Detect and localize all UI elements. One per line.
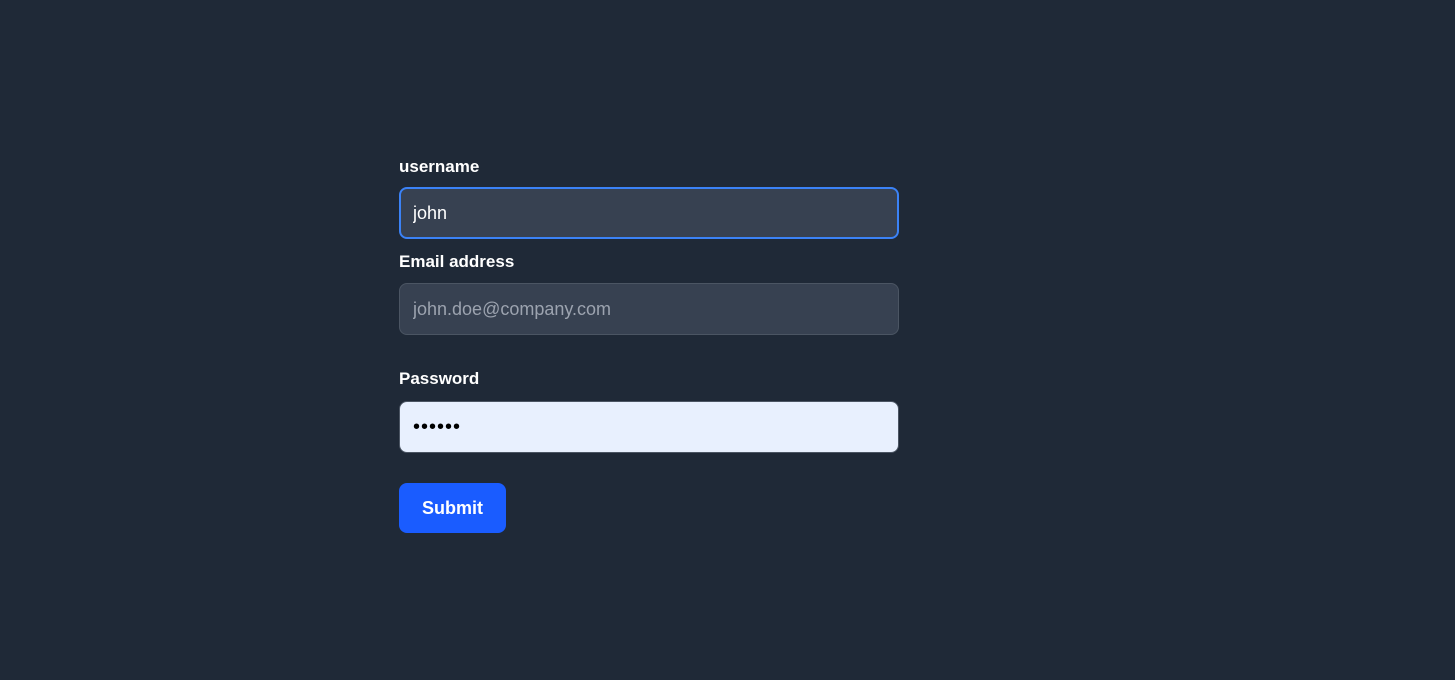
signup-form: username Email address Password Submit [399, 155, 899, 533]
password-label: Password [399, 369, 480, 388]
username-input[interactable] [399, 187, 899, 239]
username-label: username [399, 157, 480, 176]
email-label: Email address [399, 252, 515, 271]
submit-button[interactable]: Submit [399, 483, 506, 533]
email-input[interactable] [399, 283, 899, 335]
password-input[interactable] [399, 401, 899, 453]
